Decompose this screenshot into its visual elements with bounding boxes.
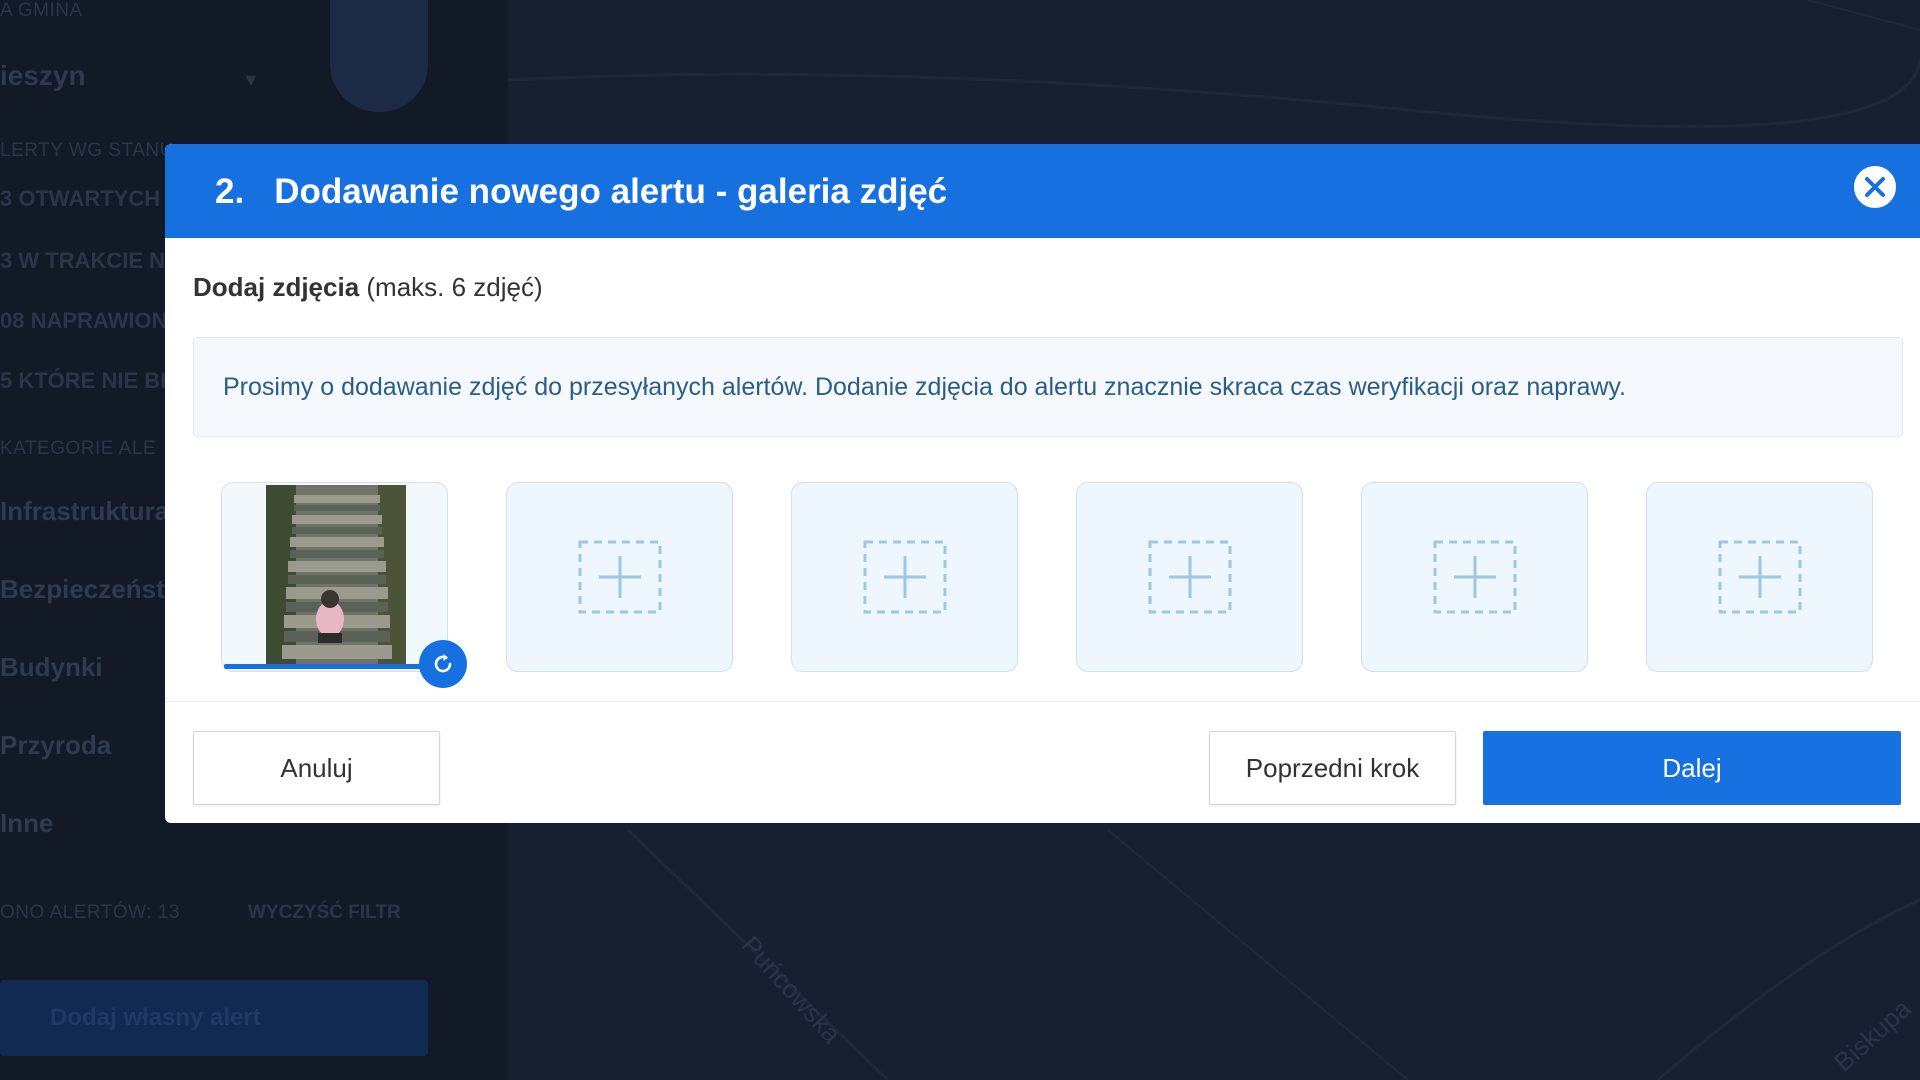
cancel-button[interactable]: Anuluj [193,731,440,805]
upload-progress-bar [224,664,422,669]
photo-slot-1[interactable] [221,482,467,688]
add-photo-icon [578,540,661,614]
replace-photo-button[interactable] [419,640,467,688]
modal-header: 2. Dodawanie nowego alertu - galeria zdję… [165,144,1920,238]
modal-title-text: Dodawanie nowego alertu - galeria zdjęć [274,172,948,211]
chevron-down-icon: ▼ [242,70,260,90]
modal-title: 2. Dodawanie nowego alertu - galeria zdję… [215,172,947,212]
info-text: Prosimy o dodawanie zdjęć do przesyłanyc… [223,372,1626,401]
status-wont-fix: 5 KTÓRE NIE BE [0,368,175,393]
photo-slot-3[interactable] [791,482,1018,672]
step-number: 2. [215,172,245,211]
info-box: Prosimy o dodawanie zdjęć do przesyłanyc… [193,337,1903,437]
status-fixed: 08 NAPRAWIONY [0,308,183,333]
close-button[interactable] [1852,164,1898,210]
photo-slot-2[interactable] [506,482,733,672]
photo-thumbnail [266,485,406,665]
section-title: Dodaj zdjęcia (maks. 6 zdjęć) [193,272,543,303]
categories-header: KATEGORIE ALE [0,438,157,459]
next-button[interactable]: Dalej [1483,731,1901,805]
category-infrastructure: Infrastruktura [0,496,170,526]
refresh-icon [434,654,452,673]
add-photo-icon [1433,540,1516,614]
gmina-label: A GMINA [0,0,83,21]
add-photo-icon [1148,540,1231,614]
photo-slot-5[interactable] [1361,482,1588,672]
add-photo-icon [863,540,946,614]
category-other: Inne [0,808,54,838]
section-title-strong: Dodaj zdjęcia [193,272,360,302]
add-alert-gallery-modal: 2. Dodawanie nowego alertu - galeria zdję… [165,144,1920,823]
status-in-progress: 3 W TRAKCIE NA [0,248,181,273]
close-icon [1865,177,1885,197]
status-header: LERTY WG STANU [0,140,174,161]
category-security: Bezpieczeńst [0,574,165,604]
clear-filter-link: WYCZYŚĆ FILTR [248,902,401,923]
category-buildings: Budynki [0,652,103,682]
photo-slot-4[interactable] [1076,482,1303,672]
previous-step-button[interactable]: Poprzedni krok [1209,731,1456,805]
photo-slot-6[interactable] [1646,482,1873,672]
add-own-alert-button: Dodaj własny alert [0,980,428,1056]
section-title-note: (maks. 6 zdjęć) [366,272,543,302]
city-select: ieszyn [0,60,86,91]
found-alerts-count: ONO ALERTÓW: 13 [0,902,180,923]
footer-divider [165,701,1920,702]
status-open: 3 OTWARTYCH [0,186,161,211]
city-crest-icon [330,0,428,112]
add-photo-icon [1718,540,1801,614]
category-nature: Przyroda [0,730,112,760]
